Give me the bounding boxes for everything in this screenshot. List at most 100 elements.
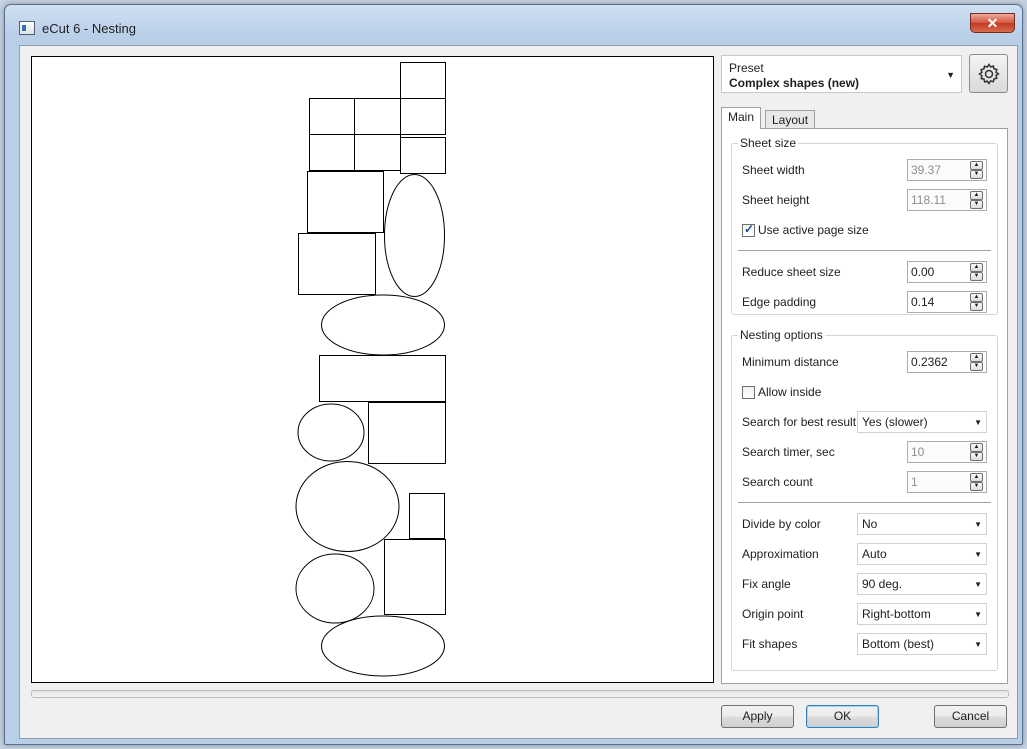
title-bar[interactable]: eCut 6 - Nesting ✕ bbox=[5, 5, 1022, 37]
use-active-page-label[interactable]: Use active page size bbox=[758, 223, 869, 237]
sheet-width-field[interactable]: 39.37 ▲ ▼ bbox=[907, 159, 987, 181]
edge-padding-value: 0.14 bbox=[911, 295, 935, 309]
step-down-icon[interactable]: ▼ bbox=[970, 272, 983, 281]
minimum-distance-field[interactable]: 0.2362 ▲ ▼ bbox=[907, 351, 987, 373]
search-count-label: Search count bbox=[742, 475, 813, 489]
step-down-icon[interactable]: ▼ bbox=[970, 482, 983, 491]
nested-shape-rect bbox=[368, 402, 446, 464]
minimum-distance-stepper[interactable]: ▲ ▼ bbox=[970, 353, 985, 371]
step-up-icon[interactable]: ▲ bbox=[970, 161, 983, 170]
nested-shape-rect bbox=[400, 137, 446, 174]
nested-shape-rect bbox=[354, 98, 401, 135]
ok-button[interactable]: OK bbox=[806, 705, 879, 728]
preset-caption: Preset bbox=[729, 61, 764, 75]
nested-shape-rect bbox=[400, 98, 446, 135]
step-up-icon[interactable]: ▲ bbox=[970, 443, 983, 452]
nested-shape-rect bbox=[307, 171, 384, 233]
search-count-stepper[interactable]: ▲ ▼ bbox=[970, 473, 985, 491]
close-button[interactable]: ✕ bbox=[970, 13, 1015, 33]
nested-shape-ellipse bbox=[321, 294, 445, 356]
nesting-preview-drawing bbox=[295, 62, 446, 677]
minimum-distance-label: Minimum distance bbox=[742, 355, 839, 369]
search-timer-label: Search timer, sec bbox=[742, 445, 835, 459]
sheet-height-field[interactable]: 118.11 ▲ ▼ bbox=[907, 189, 987, 211]
chevron-down-icon: ▼ bbox=[974, 580, 982, 589]
nesting-progress-bar bbox=[31, 690, 1009, 698]
nested-shape-rect bbox=[298, 233, 376, 295]
nested-shape-ellipse bbox=[321, 615, 445, 677]
edge-padding-field[interactable]: 0.14 ▲ ▼ bbox=[907, 291, 987, 313]
reduce-sheet-size-field[interactable]: 0.00 ▲ ▼ bbox=[907, 261, 987, 283]
fix-angle-label: Fix angle bbox=[742, 577, 791, 591]
sheet-width-label: Sheet width bbox=[742, 163, 805, 177]
origin-point-select[interactable]: Right-bottom ▼ bbox=[857, 603, 987, 625]
nested-shape-ellipse bbox=[295, 553, 375, 624]
divide-by-color-value: No bbox=[862, 517, 878, 531]
nested-shape-rect bbox=[309, 134, 355, 171]
settings-panel: Preset Complex shapes (new) ▼ Main Layou… bbox=[720, 54, 1009, 684]
allow-inside-label[interactable]: Allow inside bbox=[758, 385, 821, 399]
preset-value: Complex shapes (new) bbox=[729, 76, 860, 90]
nesting-window: eCut 6 - Nesting ✕ Preset Complex shapes… bbox=[4, 4, 1023, 745]
app-icon bbox=[19, 21, 35, 35]
fix-angle-value: 90 deg. bbox=[862, 577, 903, 591]
fix-angle-select[interactable]: 90 deg. ▼ bbox=[857, 573, 987, 595]
step-down-icon[interactable]: ▼ bbox=[970, 302, 983, 311]
nested-shape-rect bbox=[409, 493, 445, 539]
edge-padding-label: Edge padding bbox=[742, 295, 817, 309]
step-up-icon[interactable]: ▲ bbox=[970, 293, 983, 302]
chevron-down-icon: ▼ bbox=[974, 418, 982, 427]
search-best-label: Search for best result bbox=[742, 415, 857, 429]
step-up-icon[interactable]: ▲ bbox=[970, 263, 983, 272]
search-timer-stepper[interactable]: ▲ ▼ bbox=[970, 443, 985, 461]
divide-by-color-label: Divide by color bbox=[742, 517, 821, 531]
sheet-width-stepper[interactable]: ▲ ▼ bbox=[970, 161, 985, 179]
nesting-preview-canvas[interactable] bbox=[31, 56, 714, 683]
nested-shape-rect bbox=[354, 134, 401, 171]
sheet-width-value: 39.37 bbox=[911, 163, 942, 177]
step-up-icon[interactable]: ▲ bbox=[970, 191, 983, 200]
step-down-icon[interactable]: ▼ bbox=[970, 452, 983, 461]
divider bbox=[738, 250, 991, 251]
dialog-body: Preset Complex shapes (new) ▼ Main Layou… bbox=[19, 45, 1018, 739]
reduce-sheet-size-stepper[interactable]: ▲ ▼ bbox=[970, 263, 985, 281]
origin-point-label: Origin point bbox=[742, 607, 804, 621]
nested-shape-ellipse bbox=[295, 461, 400, 552]
nesting-options-title: Nesting options bbox=[738, 328, 825, 342]
approximation-label: Approximation bbox=[742, 547, 819, 561]
preset-dropdown[interactable]: Preset Complex shapes (new) ▼ bbox=[721, 55, 962, 93]
sheet-height-stepper[interactable]: ▲ ▼ bbox=[970, 191, 985, 209]
search-timer-field[interactable]: 10 ▲ ▼ bbox=[907, 441, 987, 463]
step-down-icon[interactable]: ▼ bbox=[970, 362, 983, 371]
step-up-icon[interactable]: ▲ bbox=[970, 353, 983, 362]
main-tab-pane: Sheet size Sheet width 39.37 ▲ ▼ Sheet he… bbox=[721, 128, 1008, 684]
origin-point-value: Right-bottom bbox=[862, 607, 931, 621]
step-down-icon[interactable]: ▼ bbox=[970, 170, 983, 179]
nested-shape-rect bbox=[384, 539, 446, 615]
allow-inside-checkbox[interactable] bbox=[742, 386, 755, 399]
approximation-select[interactable]: Auto ▼ bbox=[857, 543, 987, 565]
step-up-icon[interactable]: ▲ bbox=[970, 473, 983, 482]
chevron-down-icon: ▼ bbox=[946, 70, 955, 80]
fit-shapes-value: Bottom (best) bbox=[862, 637, 935, 651]
nested-shape-rect bbox=[400, 62, 446, 99]
divide-by-color-select[interactable]: No ▼ bbox=[857, 513, 987, 535]
edge-padding-stepper[interactable]: ▲ ▼ bbox=[970, 293, 985, 311]
apply-button[interactable]: Apply bbox=[721, 705, 794, 728]
gear-icon bbox=[977, 62, 1000, 85]
divider bbox=[738, 502, 991, 503]
fit-shapes-label: Fit shapes bbox=[742, 637, 798, 651]
search-best-select[interactable]: Yes (slower) ▼ bbox=[857, 411, 987, 433]
minimum-distance-value: 0.2362 bbox=[911, 355, 948, 369]
search-count-value: 1 bbox=[911, 475, 918, 489]
cancel-button[interactable]: Cancel bbox=[934, 705, 1007, 728]
tab-main[interactable]: Main bbox=[721, 107, 762, 129]
search-count-field[interactable]: 1 ▲ ▼ bbox=[907, 471, 987, 493]
chevron-down-icon: ▼ bbox=[974, 550, 982, 559]
preset-settings-button[interactable] bbox=[969, 54, 1008, 93]
use-active-page-checkbox[interactable] bbox=[742, 222, 755, 237]
sheet-size-group: Sheet size Sheet width 39.37 ▲ ▼ Sheet he… bbox=[731, 136, 998, 315]
fit-shapes-select[interactable]: Bottom (best) ▼ bbox=[857, 633, 987, 655]
step-down-icon[interactable]: ▼ bbox=[970, 200, 983, 209]
tab-layout[interactable]: Layout bbox=[765, 110, 816, 130]
